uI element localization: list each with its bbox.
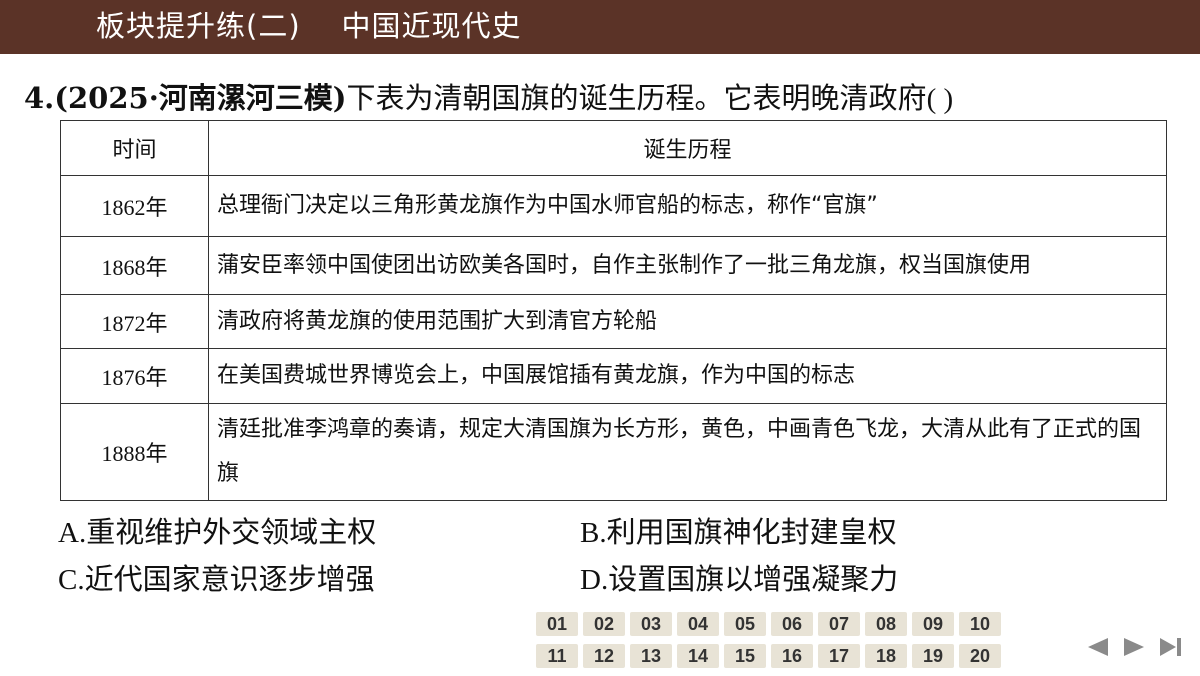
history-cell: 清廷批准李鸿章的奏请，规定大清国旗为长方形，黄色，中画青色飞龙，大清从此有了正式… (208, 403, 1167, 501)
option-a[interactable]: A.重视维护外交领域主权 (58, 512, 376, 553)
page-button-08[interactable]: 08 (865, 612, 907, 636)
page-button-17[interactable]: 17 (818, 644, 860, 668)
slide-navigation (1086, 634, 1186, 660)
page-button-01[interactable]: 01 (536, 612, 578, 636)
year-unit: 年 (145, 366, 168, 391)
prev-arrow-icon[interactable] (1086, 634, 1110, 664)
table-row: 1872年 清政府将黄龙旗的使用范围扩大到清官方轮船 (60, 294, 1167, 349)
table-row: 1888年 清廷批准李鸿章的奏请，规定大清国旗为长方形，黄色，中画青色飞龙，大清… (60, 403, 1167, 501)
year-cell: 1876年 (60, 348, 209, 404)
page-button-20[interactable]: 20 (959, 644, 1001, 668)
history-table: 时间 诞生历程 1862年 总理衙门决定以三角形黄龙旗作为中国水师官船的标志，称… (60, 120, 1167, 501)
page-button-05[interactable]: 05 (724, 612, 766, 636)
page-button-09[interactable]: 09 (912, 612, 954, 636)
question-source: (2025·河南漯河三模) (54, 81, 347, 115)
year-unit: 年 (145, 311, 168, 337)
question-stem: 4.(2025·河南漯河三模)下表为清朝国旗的诞生历程。它表明晚清政府( ) (24, 78, 1184, 119)
option-text: 设置国旗以增强凝聚力 (608, 562, 899, 596)
year-unit: 年 (145, 255, 168, 281)
answer-blank: ( ) (926, 83, 954, 115)
option-letter: A. (58, 517, 87, 549)
year-cell: 1888年 (60, 403, 209, 501)
question-text: 下表为清朝国旗的诞生历程。它表明晚清政府 (346, 81, 927, 115)
page-button-14[interactable]: 14 (677, 644, 719, 668)
option-letter: B. (580, 517, 607, 549)
page-button-13[interactable]: 13 (630, 644, 672, 668)
year-value: 1872 (101, 310, 146, 336)
option-text: 利用国旗神化封建皇权 (606, 515, 897, 549)
page-button-06[interactable]: 06 (771, 612, 813, 636)
option-c[interactable]: C.近代国家意识逐步增强 (58, 559, 375, 600)
section-title: 板块提升练(二) 中国近现代史 (96, 9, 522, 43)
next-arrow-icon[interactable] (1122, 634, 1146, 664)
page-button-03[interactable]: 03 (630, 612, 672, 636)
table-row: 1862年 总理衙门决定以三角形黄龙旗作为中国水师官船的标志，称作“官旗” (60, 175, 1167, 237)
year-cell: 1872年 (60, 294, 209, 349)
year-unit: 年 (145, 442, 168, 467)
page-button-10[interactable]: 10 (959, 612, 1001, 636)
page-button-18[interactable]: 18 (865, 644, 907, 668)
option-b[interactable]: B.利用国旗神化封建皇权 (580, 512, 897, 553)
page-button-04[interactable]: 04 (677, 612, 719, 636)
page-button-12[interactable]: 12 (583, 644, 625, 668)
option-d[interactable]: D.设置国旗以增强凝聚力 (580, 559, 898, 600)
page-button-02[interactable]: 02 (583, 612, 625, 636)
year-value: 1862 (101, 195, 146, 220)
year-value: 1876 (101, 365, 146, 390)
page-button-15[interactable]: 15 (724, 644, 766, 668)
year-value: 1868 (101, 254, 146, 280)
page-button-16[interactable]: 16 (771, 644, 813, 668)
header-bar: 板块提升练(二) 中国近现代史 (0, 0, 1200, 54)
page-button-07[interactable]: 07 (818, 612, 860, 636)
history-cell: 在美国费城世界博览会上，中国展馆插有黄龙旗，作为中国的标志 (208, 348, 1167, 404)
history-cell: 总理衙门决定以三角形黄龙旗作为中国水师官船的标志，称作“官旗” (208, 175, 1167, 237)
header-time: 时间 (60, 120, 209, 176)
page-button-11[interactable]: 11 (536, 644, 578, 668)
year-value: 1888 (101, 441, 146, 466)
year-unit: 年 (145, 196, 168, 221)
header-history: 诞生历程 (208, 120, 1167, 176)
option-letter: C. (58, 564, 85, 596)
last-page-icon[interactable] (1158, 634, 1184, 664)
page-button-19[interactable]: 19 (912, 644, 954, 668)
option-text: 重视维护外交领域主权 (86, 515, 377, 549)
table-header-row: 时间 诞生历程 (60, 120, 1167, 176)
question-number: 4. (24, 81, 55, 115)
option-letter: D. (580, 564, 609, 596)
history-cell: 清政府将黄龙旗的使用范围扩大到清官方轮船 (208, 294, 1167, 349)
table-row: 1876年 在美国费城世界博览会上，中国展馆插有黄龙旗，作为中国的标志 (60, 348, 1167, 404)
history-cell: 蒲安臣率领中国使团出访欧美各国时，自作主张制作了一批三角龙旗，权当国旗使用 (208, 236, 1167, 295)
table-row: 1868年 蒲安臣率领中国使团出访欧美各国时，自作主张制作了一批三角龙旗，权当国… (60, 236, 1167, 295)
year-cell: 1862年 (60, 175, 209, 237)
option-text: 近代国家意识逐步增强 (84, 562, 375, 596)
year-cell: 1868年 (60, 236, 209, 295)
